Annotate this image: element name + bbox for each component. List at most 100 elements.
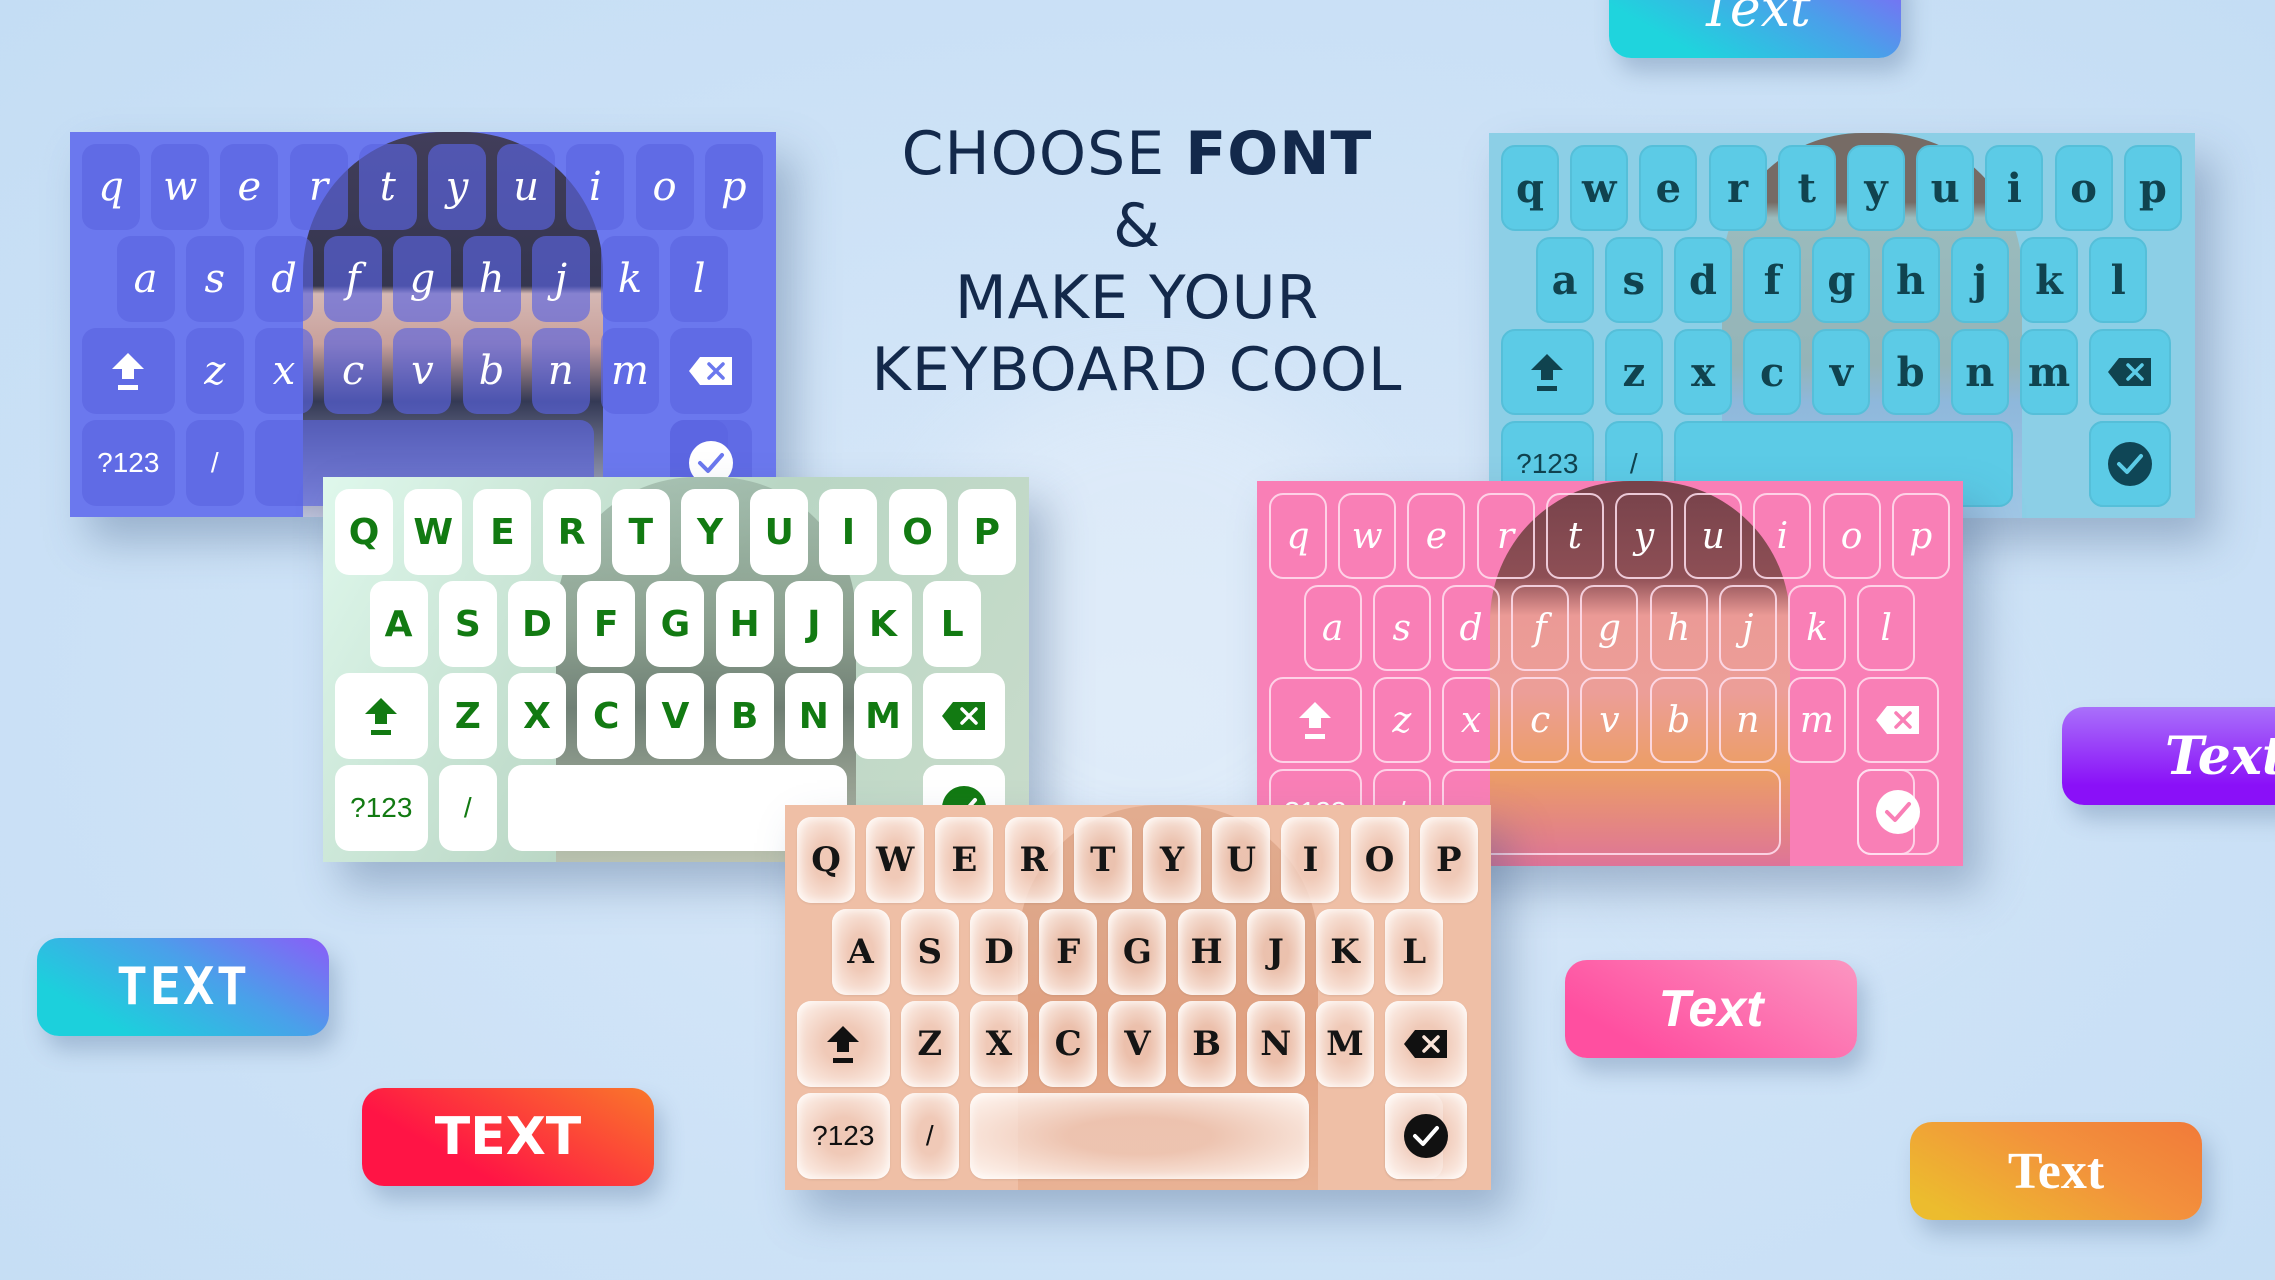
backspace-key[interactable] <box>670 328 752 414</box>
key-y[interactable]: y <box>428 144 486 230</box>
key-l[interactable]: l <box>2089 237 2148 323</box>
keyboard-theme-blue[interactable]: qwertyuiopasdfghjklzxcvbnm?123/. <box>70 132 776 517</box>
keyboard-theme-teal[interactable]: qwertyuiopasdfghjklzxcvbnm?123/. <box>1489 133 2195 518</box>
key-t[interactable]: T <box>1073 817 1132 903</box>
key-q[interactable]: q <box>1501 145 1559 231</box>
key-d[interactable]: d <box>1442 585 1500 671</box>
key-g[interactable]: g <box>393 236 452 322</box>
key-h[interactable]: h <box>1881 237 1940 323</box>
key-s[interactable]: S <box>900 909 959 995</box>
key-m[interactable]: m <box>1788 677 1846 763</box>
key-f[interactable]: f <box>1511 585 1570 671</box>
key-d[interactable]: d <box>255 236 313 322</box>
key-v[interactable]: v <box>1812 329 1871 415</box>
key-r[interactable]: r <box>1708 145 1767 231</box>
shift-key[interactable] <box>335 673 428 759</box>
key-r[interactable]: R <box>542 489 601 575</box>
key-t[interactable]: t <box>358 144 417 230</box>
key-c[interactable]: c <box>324 328 383 414</box>
backspace-key[interactable] <box>1857 677 1939 763</box>
key-c[interactable]: C <box>1039 1001 1098 1087</box>
key-u[interactable]: u <box>1916 145 1975 231</box>
key-u[interactable]: U <box>1212 817 1271 903</box>
key-o[interactable]: O <box>888 489 947 575</box>
backspace-key[interactable] <box>1385 1001 1467 1087</box>
key-x[interactable]: x <box>255 328 313 414</box>
key-r[interactable]: r <box>1476 493 1535 579</box>
spacebar[interactable] <box>970 1093 1309 1179</box>
key-a[interactable]: a <box>1535 237 1594 323</box>
key-l[interactable]: l <box>1857 585 1916 671</box>
font-sample-badge-cyan[interactable]: TEXT <box>37 938 329 1036</box>
key-p[interactable]: p <box>2123 145 2182 231</box>
key-q[interactable]: q <box>82 144 140 230</box>
key-g[interactable]: G <box>646 581 705 667</box>
key-y[interactable]: Y <box>1143 817 1201 903</box>
slash-key[interactable]: / <box>185 420 244 506</box>
key-e[interactable]: e <box>1639 145 1698 231</box>
key-e[interactable]: E <box>473 489 532 575</box>
key-d[interactable]: D <box>508 581 566 667</box>
key-p[interactable]: P <box>1419 817 1478 903</box>
key-r[interactable]: R <box>1004 817 1063 903</box>
key-s[interactable]: s <box>1604 237 1663 323</box>
key-i[interactable]: I <box>819 489 878 575</box>
key-s[interactable]: s <box>185 236 244 322</box>
key-z[interactable]: Z <box>900 1001 959 1087</box>
key-f[interactable]: f <box>324 236 383 322</box>
key-i[interactable]: i <box>1753 493 1812 579</box>
key-e[interactable]: e <box>220 144 279 230</box>
key-b[interactable]: b <box>462 328 521 414</box>
key-w[interactable]: w <box>1570 145 1629 231</box>
key-e[interactable]: E <box>935 817 994 903</box>
key-l[interactable]: L <box>1385 909 1444 995</box>
keyboard-theme-peach[interactable]: QWERTYUIOPASDFGHJKLZXCVBNM?123/. <box>785 805 1491 1190</box>
key-a[interactable]: A <box>369 581 428 667</box>
key-u[interactable]: u <box>497 144 556 230</box>
symbols-key[interactable]: ?123 <box>335 765 428 851</box>
key-h[interactable]: H <box>715 581 774 667</box>
key-a[interactable]: a <box>1303 585 1362 671</box>
font-sample-badge-pink[interactable]: Text <box>1565 960 1857 1058</box>
key-v[interactable]: V <box>1108 1001 1167 1087</box>
key-w[interactable]: W <box>866 817 925 903</box>
enter-key[interactable] <box>2089 421 2171 507</box>
key-k[interactable]: k <box>2020 237 2078 323</box>
key-t[interactable]: t <box>1777 145 1836 231</box>
key-v[interactable]: v <box>1580 677 1639 763</box>
key-x[interactable]: x <box>1674 329 1732 415</box>
key-u[interactable]: u <box>1684 493 1743 579</box>
key-d[interactable]: d <box>1674 237 1732 323</box>
key-v[interactable]: v <box>393 328 452 414</box>
key-y[interactable]: y <box>1847 145 1905 231</box>
key-q[interactable]: q <box>1269 493 1327 579</box>
slash-key[interactable]: / <box>900 1093 959 1179</box>
key-x[interactable]: x <box>1442 677 1500 763</box>
key-j[interactable]: j <box>1718 585 1777 671</box>
key-f[interactable]: F <box>1039 909 1098 995</box>
slash-key[interactable]: / <box>438 765 497 851</box>
key-y[interactable]: y <box>1615 493 1673 579</box>
key-o[interactable]: o <box>635 144 694 230</box>
key-f[interactable]: F <box>577 581 636 667</box>
font-sample-badge-purple[interactable]: Text <box>2062 707 2275 805</box>
key-s[interactable]: s <box>1372 585 1431 671</box>
key-g[interactable]: G <box>1108 909 1167 995</box>
key-s[interactable]: S <box>438 581 497 667</box>
key-n[interactable]: n <box>531 328 590 414</box>
key-p[interactable]: p <box>704 144 763 230</box>
key-z[interactable]: Z <box>438 673 497 759</box>
key-m[interactable]: m <box>601 328 659 414</box>
key-a[interactable]: a <box>116 236 175 322</box>
shift-key[interactable] <box>797 1001 890 1087</box>
key-o[interactable]: o <box>1822 493 1881 579</box>
key-p[interactable]: p <box>1891 493 1950 579</box>
key-m[interactable]: M <box>854 673 912 759</box>
key-q[interactable]: Q <box>335 489 393 575</box>
key-e[interactable]: e <box>1407 493 1466 579</box>
key-c[interactable]: c <box>1511 677 1570 763</box>
key-x[interactable]: X <box>508 673 566 759</box>
key-z[interactable]: z <box>185 328 244 414</box>
key-g[interactable]: g <box>1812 237 1871 323</box>
shift-key[interactable] <box>1269 677 1362 763</box>
